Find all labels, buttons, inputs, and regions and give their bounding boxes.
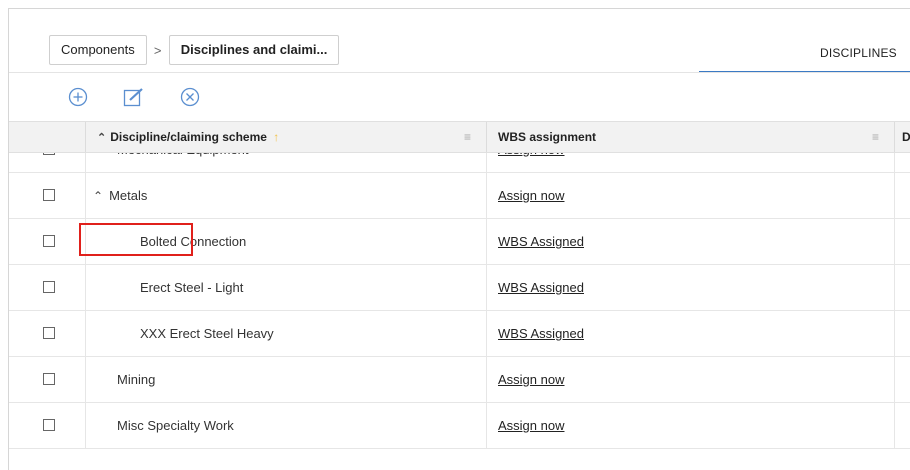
breadcrumb-disciplines[interactable]: Disciplines and claimi...	[168, 35, 340, 65]
cell-border	[486, 173, 487, 219]
cell-border	[85, 403, 86, 449]
grid-header: ⌃︎ Discipline/claiming scheme ↑ ≡ WBS ass…	[9, 121, 910, 153]
edit-icon	[123, 88, 143, 107]
wbs-link[interactable]: Assign now	[498, 357, 564, 402]
column-header-discipline[interactable]: ⌃︎ Discipline/claiming scheme ↑	[97, 122, 279, 152]
cell-border	[85, 173, 86, 219]
table-row[interactable]: Mining Assign now	[9, 357, 910, 403]
chevron-up-icon[interactable]: ⌃︎	[93, 174, 103, 219]
breadcrumb-separator: >	[153, 42, 162, 58]
close-circle-icon	[180, 87, 200, 107]
discipline-name: XXX Erect Steel Heavy	[140, 326, 274, 341]
row-checkbox[interactable]	[43, 189, 55, 201]
wbs-link[interactable]: Assign now	[498, 173, 564, 218]
row-checkbox[interactable]	[43, 373, 55, 385]
row-checkbox[interactable]	[43, 153, 55, 155]
app-frame: Components > Disciplines and claimi... D…	[8, 8, 910, 470]
breadcrumb-components[interactable]: Components	[49, 35, 147, 65]
discipline-name: Misc Specialty Work	[117, 418, 234, 433]
cell-border	[486, 311, 487, 357]
cell-border	[486, 357, 487, 403]
table-row[interactable]: Misc Specialty Work Assign now	[9, 403, 910, 449]
wbs-link[interactable]: Assign now	[498, 403, 564, 448]
discipline-name: Mining	[117, 372, 156, 387]
edit-button[interactable]	[123, 86, 145, 108]
cell-border	[85, 357, 86, 403]
wbs-link[interactable]: WBS Assigned	[498, 311, 584, 356]
sort-ascending-icon[interactable]: ↑	[273, 130, 279, 144]
discipline-name: Mechanical Equipment	[117, 153, 249, 172]
cell-border	[85, 311, 86, 357]
wbs-link[interactable]: WBS Assigned	[498, 265, 584, 310]
disciplines-grid: ⌃︎ Discipline/claiming scheme ↑ ≡ WBS ass…	[9, 121, 910, 470]
cell-border	[894, 153, 895, 173]
collapse-all-icon[interactable]: ⌃︎	[97, 132, 106, 144]
tab-disciplines[interactable]: DISCIPLINES	[699, 33, 910, 73]
table-row[interactable]: XXX Erect Steel Heavy WBS Assigned	[9, 311, 910, 357]
breadcrumb: Components > Disciplines and claimi...	[49, 35, 340, 65]
add-button[interactable]	[67, 86, 89, 108]
cell-border	[486, 265, 487, 311]
highlight-box	[79, 223, 193, 256]
filter-icon[interactable]: ≡	[464, 122, 471, 152]
cell-border	[85, 153, 86, 173]
row-checkbox[interactable]	[43, 327, 55, 339]
column-divider	[85, 122, 86, 152]
row-checkbox[interactable]	[43, 281, 55, 293]
row-checkbox[interactable]	[43, 419, 55, 431]
tab-divider	[9, 72, 910, 73]
cell-border	[894, 265, 895, 311]
column-header-next[interactable]: D	[902, 122, 910, 152]
cell-border	[894, 219, 895, 265]
toolbar	[67, 86, 235, 108]
cell-border	[894, 403, 895, 449]
cell-border	[894, 173, 895, 219]
table-row[interactable]: Mechanical Equipment Assign now	[9, 153, 910, 173]
filter-icon[interactable]: ≡	[872, 122, 879, 152]
cell-border	[486, 403, 487, 449]
discipline-name: Erect Steel - Light	[140, 280, 244, 295]
discipline-name: ⌃︎ Metals	[93, 173, 147, 219]
row-checkbox[interactable]	[43, 235, 55, 247]
cell-border	[486, 153, 487, 173]
table-row[interactable]: ⌃︎ Metals Assign now	[9, 173, 910, 219]
cell-border	[894, 357, 895, 403]
column-divider	[894, 122, 895, 152]
delete-button[interactable]	[179, 86, 201, 108]
grid-body: Mechanical Equipment Assign now ⌃︎Metals…	[9, 153, 910, 470]
cell-border	[894, 311, 895, 357]
table-row[interactable]: Erect Steel - Light WBS Assigned	[9, 265, 910, 311]
add-circle-icon	[68, 87, 88, 107]
cell-border	[85, 265, 86, 311]
column-header-wbs[interactable]: WBS assignment	[498, 122, 596, 152]
wbs-link[interactable]: Assign now	[498, 153, 564, 172]
wbs-link[interactable]: WBS Assigned	[498, 219, 584, 264]
cell-border	[486, 219, 487, 265]
column-divider	[486, 122, 487, 152]
